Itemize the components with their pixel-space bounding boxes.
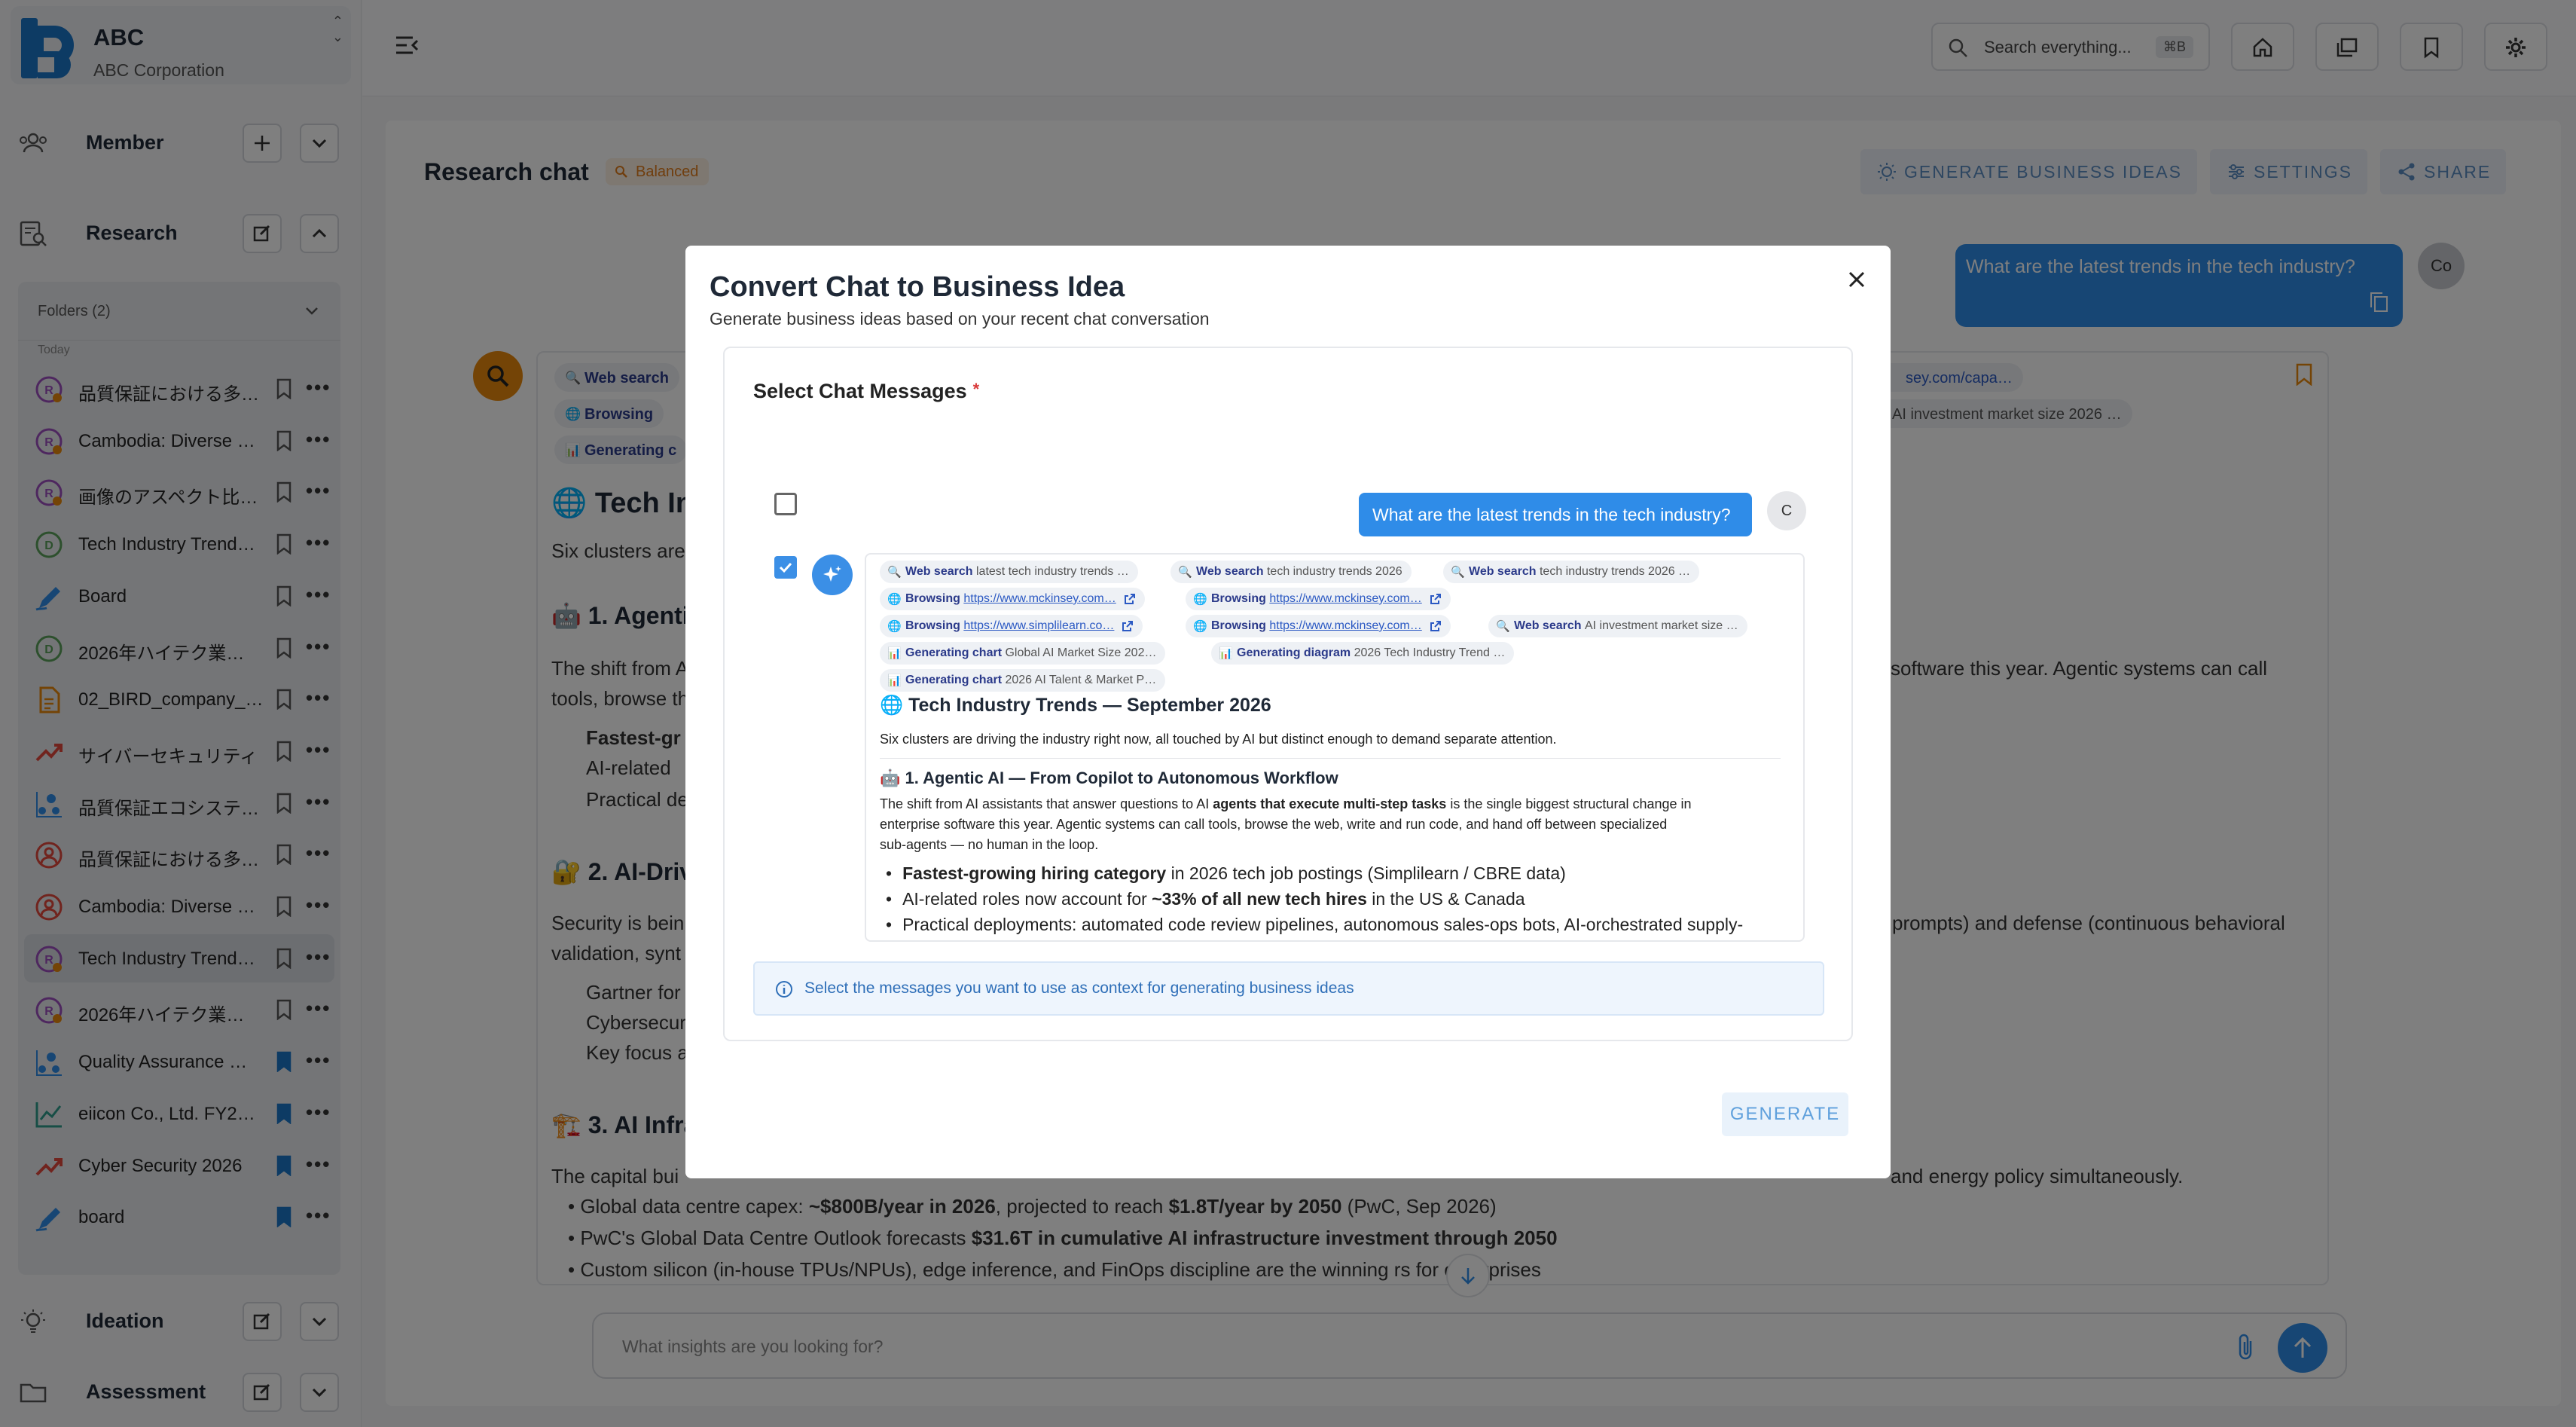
sparkle-icon [823,566,841,582]
chip-detail: https://www.mckinsey.com… [963,592,1116,605]
chip-detail: AI investment market size … [1584,619,1738,632]
select-messages-label: Select Chat Messages * [753,380,979,403]
preview-section-heading: 🤖 1. Agentic AI — From Copilot to Autono… [880,769,1338,787]
search-icon: 🔍 [1496,620,1510,633]
info-hint: Select the messages you want to use as c… [753,961,1824,1016]
assistant-avatar [812,555,853,595]
user-message-checkbox[interactable] [774,493,797,515]
preview-paragraph: enterprise software this year. Agentic s… [880,817,1668,832]
globe-icon: 🌐 [1193,593,1207,606]
tool-chip[interactable]: 🔍 Web search AI investment market size … [1488,615,1747,637]
preview-bullet: Practical deployments: automated code re… [886,915,1743,935]
generate-button[interactable]: GENERATE [1722,1092,1848,1136]
external-link-icon[interactable] [1430,593,1442,605]
bullet-text: in the US & Canada [1366,889,1525,909]
chip-label: Browsing [905,592,960,605]
search-icon: 🔍 [1178,566,1192,579]
chip-label: Browsing [1211,619,1266,632]
tool-chip[interactable]: 🌐 Browsing https://www.mckinsey.com… [1186,588,1451,610]
select-messages-text: Select Chat Messages [753,380,967,402]
chip-detail: 2026 Tech Industry Trend … [1354,646,1506,659]
chip-detail: 2026 AI Talent & Market P… [1005,674,1157,686]
check-icon [779,562,792,573]
chip-label: Browsing [905,619,960,632]
preview-bullet: Fastest-growing hiring category in 2026 … [886,863,1566,884]
bullet-text: Practical deployments: automated code re… [902,915,1744,934]
external-link-icon[interactable] [1124,593,1136,605]
modal-subtitle: Generate business ideas based on your re… [710,309,1210,328]
close-icon[interactable] [1845,268,1868,291]
preview-intro: Six clusters are driving the industry ri… [880,732,1557,747]
chip-label: Generating diagram [1237,646,1351,659]
tool-chip[interactable]: 📊 Generating chart Global AI Market Size … [880,642,1166,665]
chip-label: Generating chart [905,646,1003,659]
external-link-icon[interactable] [1430,620,1442,632]
tool-chip[interactable]: 🔍 Web search latest tech industry trends … [880,561,1138,583]
tool-chip[interactable]: 🔍 Web search tech industry trends 2026 … [1443,561,1700,583]
chip-label: Web search [905,565,973,578]
paragraph-text: is the single biggest structural change … [1446,796,1692,811]
chip-detail: https://www.simplilearn.co… [963,619,1115,632]
chip-label: Browsing [1211,592,1266,605]
chart-icon: 📊 [887,647,902,660]
globe-icon: 🌐 [887,620,902,633]
bullet-text: AI-related roles now account for [902,889,1152,909]
chip-label: Generating chart [905,674,1003,686]
paragraph-text: The shift from AI assistants that answer… [880,796,1213,811]
tool-chip[interactable]: 🌐 Browsing https://www.simplilearn.co… [880,615,1143,637]
tool-chip[interactable]: 📊 Generating chart 2026 AI Talent & Marke… [880,669,1166,692]
preview-heading: 🌐 Tech Industry Trends — September 2026 [880,695,1271,716]
preview-paragraph: The shift from AI assistants that answer… [880,794,1692,814]
modal-title: Convert Chat to Business Idea [710,271,1125,303]
chip-detail: tech industry trends 2026 [1266,565,1402,578]
chip-label: Web search [1469,565,1537,578]
chip-detail: tech industry trends 2026 … [1539,565,1691,578]
tool-chip[interactable]: 📊 Generating diagram 2026 Tech Industry T… [1211,642,1515,665]
convert-chat-modal: Convert Chat to Business Idea Generate b… [685,246,1891,1178]
search-icon: 🔍 [887,566,902,579]
chart-icon: 📊 [887,674,902,687]
search-icon: 🔍 [1451,566,1465,579]
globe-icon: 🌐 [887,593,902,606]
chip-detail: https://www.mckinsey.com… [1269,592,1422,605]
message-selection-panel: Select Chat Messages * What are the lates… [723,347,1853,1041]
required-mark: * [972,380,980,399]
external-link-icon[interactable] [1122,620,1134,632]
chip-detail: Global AI Market Size 202… [1005,646,1157,659]
globe-icon: 🌐 [1193,620,1207,633]
chart-icon: 📊 [1219,647,1233,660]
tool-chip[interactable]: 🔍 Web search tech industry trends 2026 [1170,561,1412,583]
paragraph-bold: agents that execute multi-step tasks [1213,796,1447,811]
bullet-text: in 2026 tech job postings (Simplilearn /… [1166,863,1566,883]
assistant-message-checkbox[interactable] [774,556,797,579]
chip-detail: https://www.mckinsey.com… [1269,619,1422,632]
assistant-message-preview[interactable]: 🔍 Web search latest tech industry trends … [865,553,1805,942]
chip-label: Web search [1196,565,1264,578]
divider [880,758,1781,759]
chip-detail: latest tech industry trends … [975,565,1129,578]
chip-label: Web search [1514,619,1582,632]
user-message-bubble: What are the latest trends in the tech i… [1359,493,1752,536]
preview-bullet: AI-related roles now account for ~33% of… [886,889,1525,909]
tool-chip[interactable]: 🌐 Browsing https://www.mckinsey.com… [880,588,1145,610]
bullet-bold: ~33% of all new tech hires [1152,889,1367,909]
info-text: Select the messages you want to use as c… [804,979,1354,997]
user-avatar: C [1767,491,1806,530]
tool-chip[interactable]: 🌐 Browsing https://www.mckinsey.com… [1186,615,1451,637]
info-icon [776,981,792,998]
bullet-bold: Fastest-growing hiring category [902,863,1167,883]
preview-paragraph: sub-agents — no human in the loop. [880,837,1099,852]
